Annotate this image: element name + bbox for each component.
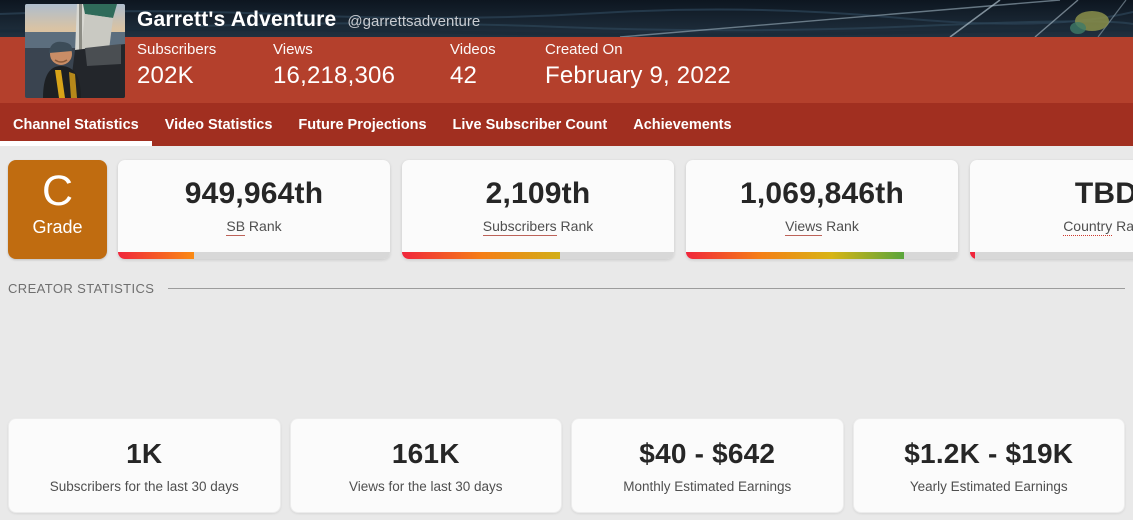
stat-views-value: 16,218,306: [273, 62, 395, 90]
subscribers-rank-progressbar: [402, 252, 674, 259]
subscribers-rank-progress-fill: [402, 252, 560, 259]
tab-channel-statistics[interactable]: Channel Statistics: [0, 103, 152, 146]
grade-card: C Grade: [8, 160, 107, 259]
monthly-earnings-value: $40 - $642: [572, 438, 843, 470]
stat-videos-label: Videos: [450, 41, 496, 58]
channel-header-band: Subscribers 202K Views 16,218,306 Videos…: [0, 37, 1133, 103]
summary-cards-row: 1K Subscribers for the last 30 days 161K…: [8, 418, 1125, 513]
stat-videos-value: 42: [450, 62, 496, 90]
country-rank-card: TBD Country Rank: [970, 160, 1133, 259]
stat-subscribers-value: 202K: [137, 62, 216, 90]
subscribers-rank-card: 2,109th Subscribers Rank: [402, 160, 674, 259]
avatar-photo-art: [25, 4, 125, 98]
stat-created-on-label: Created On: [545, 41, 731, 58]
channel-handle: @garrettsadventure: [347, 13, 480, 30]
grade-label: Grade: [8, 217, 107, 238]
sb-rank-suffix: Rank: [245, 218, 282, 234]
tab-future-projections[interactable]: Future Projections: [285, 103, 439, 146]
subscribers-30d-card: 1K Subscribers for the last 30 days: [8, 418, 281, 513]
stat-created-on-value: February 9, 2022: [545, 62, 731, 90]
country-rank-label: Country Rank: [970, 218, 1133, 234]
subscribers-30d-value: 1K: [9, 438, 280, 470]
tab-video-statistics[interactable]: Video Statistics: [152, 103, 286, 146]
channel-nav: Channel Statistics Video Statistics Futu…: [0, 103, 1133, 146]
tab-achievements[interactable]: Achievements: [620, 103, 744, 146]
views-rank-progressbar: [686, 252, 958, 259]
country-rank-link[interactable]: Country: [1063, 218, 1112, 236]
stat-views-label: Views: [273, 41, 395, 58]
sb-rank-link[interactable]: SB: [226, 218, 245, 236]
country-rank-progress-fill: [970, 252, 975, 259]
stat-views: Views 16,218,306: [273, 41, 395, 90]
country-rank-value: TBD: [970, 177, 1133, 211]
stat-videos: Videos 42: [450, 41, 496, 90]
section-divider-line: [168, 288, 1125, 289]
stat-subscribers-label: Subscribers: [137, 41, 216, 58]
sb-rank-card: 949,964th SB Rank: [118, 160, 390, 259]
grade-letter: C: [8, 167, 107, 215]
socialblade-channel-page: Subscribers 202K Views 16,218,306 Videos…: [0, 0, 1133, 520]
creator-statistics-section-head: CREATOR STATISTICS: [8, 281, 1125, 296]
views-rank-suffix: Rank: [822, 218, 859, 234]
channel-avatar: [25, 4, 125, 98]
sb-rank-progressbar: [118, 252, 390, 259]
views-30d-value: 161K: [291, 438, 562, 470]
subscribers-rank-label: Subscribers Rank: [402, 218, 674, 234]
views-rank-label: Views Rank: [686, 218, 958, 234]
country-rank-suffix: Rank: [1112, 218, 1133, 234]
channel-title: Garrett's Adventure: [137, 8, 336, 32]
tab-live-subscriber-count[interactable]: Live Subscriber Count: [440, 103, 621, 146]
subscribers-rank-link[interactable]: Subscribers: [483, 218, 557, 236]
creator-statistics-heading: CREATOR STATISTICS: [8, 281, 154, 296]
channel-title-row: Garrett's Adventure @garrettsadventure: [137, 8, 480, 32]
stat-created-on: Created On February 9, 2022: [545, 41, 731, 90]
monthly-earnings-label: Monthly Estimated Earnings: [572, 479, 843, 494]
sb-rank-label: SB Rank: [118, 218, 390, 234]
views-rank-link[interactable]: Views: [785, 218, 822, 236]
views-rank-progress-fill: [686, 252, 904, 259]
views-30d-card: 161K Views for the last 30 days: [290, 418, 563, 513]
sb-rank-value: 949,964th: [118, 177, 390, 211]
subscribers-rank-suffix: Rank: [557, 218, 594, 234]
views-rank-value: 1,069,846th: [686, 177, 958, 211]
sb-rank-progress-fill: [118, 252, 194, 259]
country-rank-progressbar: [970, 252, 1133, 259]
views-30d-label: Views for the last 30 days: [291, 479, 562, 494]
yearly-earnings-label: Yearly Estimated Earnings: [854, 479, 1125, 494]
monthly-earnings-card: $40 - $642 Monthly Estimated Earnings: [571, 418, 844, 513]
subscribers-30d-label: Subscribers for the last 30 days: [9, 479, 280, 494]
yearly-earnings-card: $1.2K - $19K Yearly Estimated Earnings: [853, 418, 1126, 513]
views-rank-card: 1,069,846th Views Rank: [686, 160, 958, 259]
stat-subscribers: Subscribers 202K: [137, 41, 216, 90]
yearly-earnings-value: $1.2K - $19K: [854, 438, 1125, 470]
subscribers-rank-value: 2,109th: [402, 177, 674, 211]
